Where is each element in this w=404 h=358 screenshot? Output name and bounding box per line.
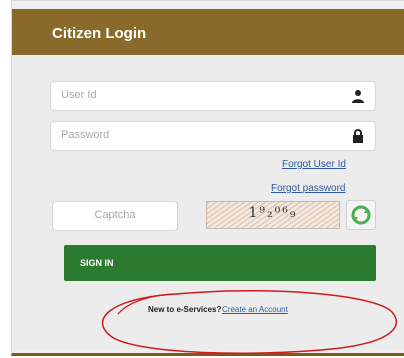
captcha-image: 1⁹₂⁰⁶₉ <box>206 201 340 229</box>
create-account-link[interactable]: Create an Account <box>222 305 288 314</box>
sign-in-button[interactable]: SIGN IN <box>64 245 376 281</box>
password-placeholder: Password <box>61 129 110 141</box>
login-title: Citizen Login <box>52 25 147 42</box>
user-id-field[interactable]: User Id <box>50 81 376 111</box>
password-field[interactable]: Password <box>50 121 376 151</box>
login-header: Citizen Login <box>12 9 404 55</box>
user-icon <box>352 90 364 103</box>
user-id-placeholder: User Id <box>61 89 97 101</box>
forgot-password-link[interactable]: Forgot password <box>271 183 345 194</box>
captcha-placeholder: Captcha <box>94 209 136 221</box>
refresh-icon <box>351 205 371 225</box>
login-panel: Citizen Login User Id Password Forgot Us… <box>11 0 404 356</box>
captcha-image-text: 1⁹₂⁰⁶₉ <box>248 205 298 221</box>
captcha-input[interactable]: Captcha <box>52 201 178 231</box>
forgot-user-id-link[interactable]: Forgot User Id <box>282 159 346 170</box>
lock-icon <box>353 129 363 143</box>
login-form: User Id Password Forgot User Id Forgot p… <box>12 55 404 350</box>
new-user-text: New to e-Services? <box>148 305 222 314</box>
refresh-captcha-button[interactable] <box>346 200 376 230</box>
